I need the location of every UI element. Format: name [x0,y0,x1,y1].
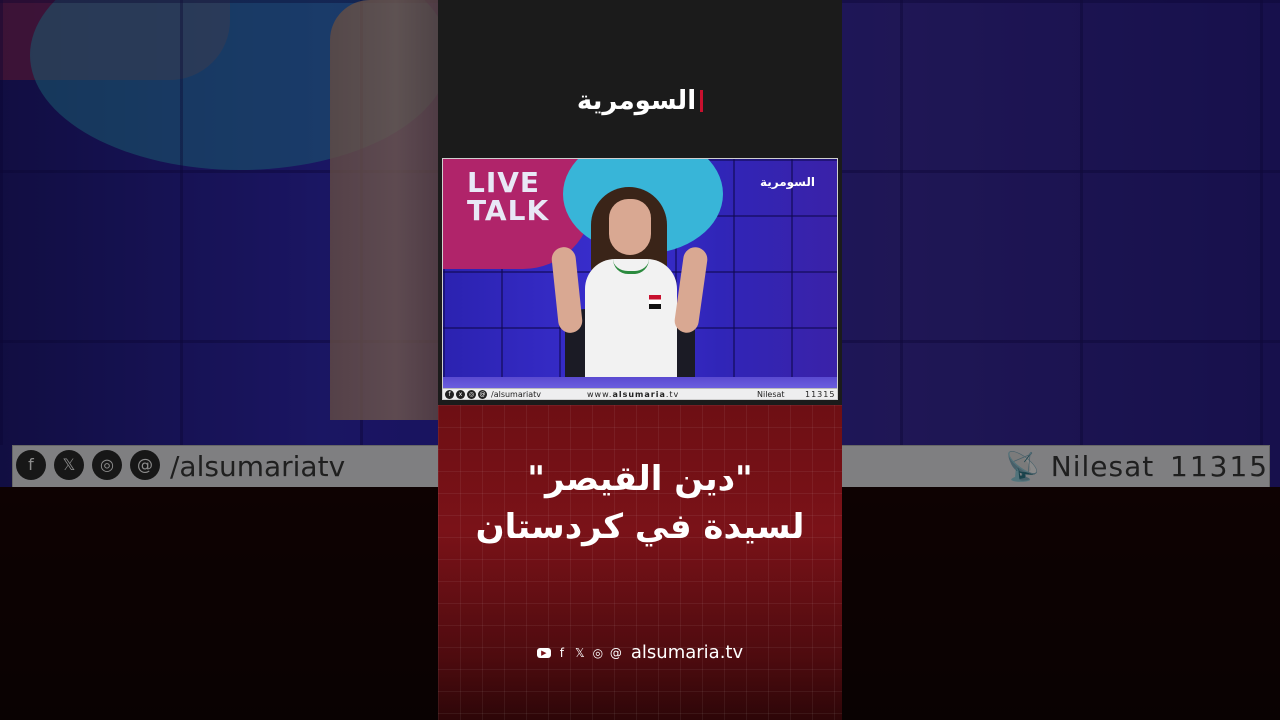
headline: "دين القيصر" لسيدة في كردستان [438,455,842,551]
ticker-website-prefix: www. [587,390,613,399]
short-video-card[interactable]: السومرية LIVE TALK السومرية f x ◎ @ /als… [438,0,842,720]
threads-icon[interactable]: @ [609,646,623,660]
ticker-website-suffix: .tv [665,390,680,399]
facebook-icon[interactable]: f [555,646,569,660]
ticker-frequency: 11315 [805,390,836,399]
instagram-icon: ◎ [467,390,476,399]
show-title-line1: LIVE [467,166,541,199]
card-bottom-grid [438,405,842,720]
show-title-line2: TALK [467,194,550,227]
ticker-website: www.alsumaria.tv [587,389,680,399]
instagram-icon[interactable]: ◎ [591,646,605,660]
presenter-jersey [585,259,677,387]
headline-line2: لسيدة في كردستان [475,507,805,547]
brand-logo: السومرية [438,86,842,116]
brand-logo-text: السومرية [576,86,697,116]
video-ticker-bar: f x ◎ @ /alsumariatv www.alsumaria.tv Ni… [443,388,837,399]
x-icon[interactable]: 𝕏 [573,646,587,660]
footer-website[interactable]: alsumaria.tv [631,642,743,663]
video-frame[interactable]: LIVE TALK السومرية f x ◎ @ /alsumariatv [442,158,838,400]
channel-logo: السومرية [759,175,815,189]
headline-line1: "دين القيصر" [527,459,753,499]
show-title: LIVE TALK [467,169,549,225]
jersey-badge [649,295,661,309]
ticker-website-bold: alsumaria [612,390,666,399]
ticker-social-icons: f x ◎ @ [445,390,487,399]
brand-logo-bar [700,90,704,112]
youtube-icon[interactable]: ▶ [536,647,551,658]
threads-icon: @ [478,390,487,399]
footer-social: ▶ f 𝕏 ◎ @ alsumaria.tv [438,642,842,663]
video-player-stage[interactable]: f 𝕏 ◎ @ /alsumariatv 📡 Nilesat 11315 الس… [0,0,1280,720]
x-icon: x [456,390,465,399]
presenter-face [609,199,651,255]
ticker-handle: /alsumariatv [491,390,542,399]
ticker-satellite: Nilesat [757,390,785,399]
facebook-icon: f [445,390,454,399]
